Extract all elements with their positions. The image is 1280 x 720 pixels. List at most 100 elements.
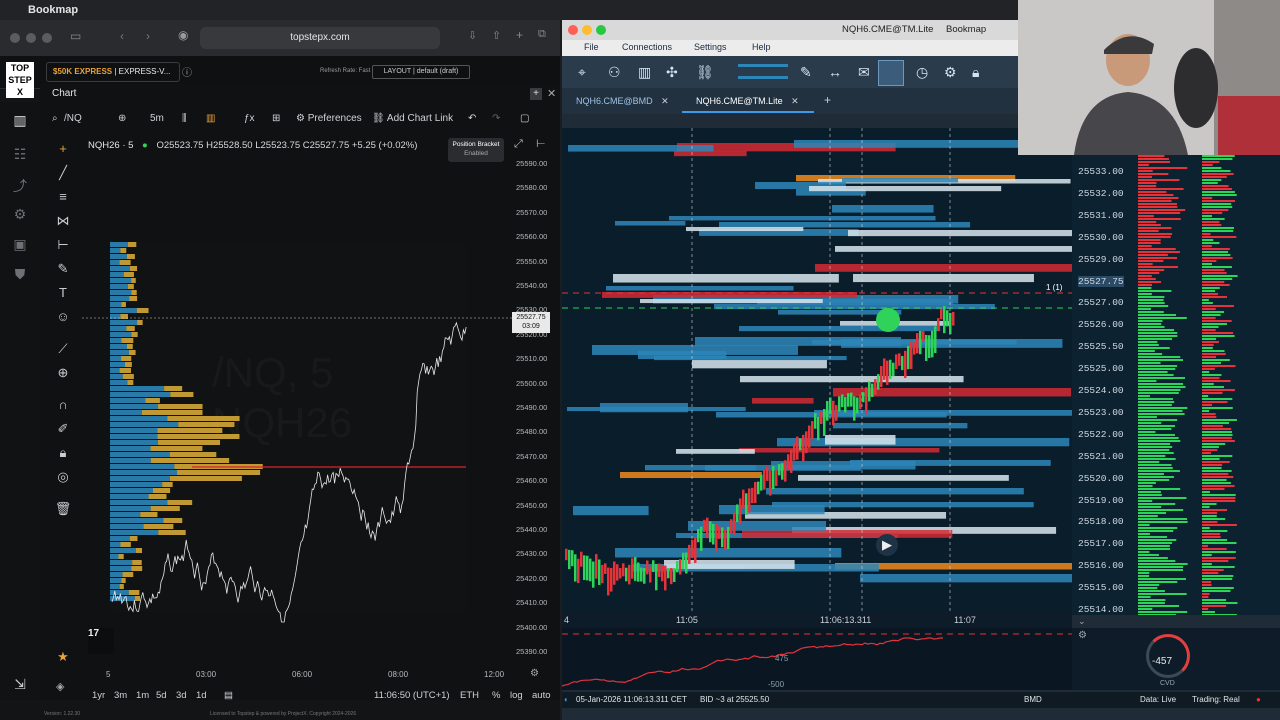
range-1d[interactable]: 1d <box>196 690 207 701</box>
eye-icon[interactable]: ◎ <box>54 469 72 487</box>
magnet-icon[interactable]: ∩ <box>54 397 72 415</box>
settings-icon[interactable]: ⚙ <box>10 206 30 222</box>
range-1yr[interactable]: 1yr <box>92 690 105 701</box>
log-toggle[interactable]: log <box>510 690 523 701</box>
position-bracket-toggle[interactable]: Position Bracket Enabled <box>448 138 504 162</box>
text-icon[interactable]: T <box>54 285 72 303</box>
zoom-in-icon[interactable]: ⊕ <box>54 365 72 383</box>
info-icon[interactable]: ⓘ <box>182 64 192 79</box>
trend-icon[interactable]: ⤴ <box>10 176 30 194</box>
price-chart[interactable]: /NQ, 5 NQH26 <box>82 132 554 662</box>
tab-bmd[interactable]: NQH6.CME@BMD ✕ <box>576 96 669 107</box>
play-icon[interactable]: ▶ <box>876 534 898 556</box>
crosshair-button[interactable] <box>878 60 904 86</box>
pattern-icon[interactable]: ⋈ <box>54 213 72 231</box>
chart-bars-icon[interactable]: ▥ <box>638 64 651 81</box>
close-window-button[interactable] <box>10 33 20 43</box>
preferences-button[interactable]: ⚙ Preferences <box>296 113 362 124</box>
interval-selector[interactable]: 5m <box>150 113 164 124</box>
close-tab-icon[interactable]: ✕ <box>661 96 669 106</box>
forward-icon[interactable]: › <box>146 29 150 43</box>
ruler-icon[interactable]: ⟋ <box>54 341 72 359</box>
bracket-icon[interactable]: ⊢ <box>536 137 546 150</box>
sidebar-toggle-icon[interactable]: ▭ <box>70 29 81 43</box>
logout-icon[interactable]: ⇲ <box>10 676 30 692</box>
indicators-icon[interactable]: ƒx <box>244 113 255 124</box>
contrast-slider[interactable] <box>738 64 788 67</box>
minimize-window-button[interactable] <box>582 25 592 35</box>
lock-icon[interactable]: 🔒︎ <box>972 64 979 81</box>
node-icon[interactable]: ✣ <box>666 64 678 81</box>
fib-icon[interactable]: ⊢ <box>54 237 72 255</box>
settings-icon[interactable]: ⚙ <box>1078 630 1087 641</box>
shield-icon[interactable]: ◉ <box>178 28 188 42</box>
close-panel-icon[interactable]: ✕ <box>547 87 556 100</box>
tabs-overview-icon[interactable]: ⧉ <box>538 28 546 41</box>
zoom-window-button[interactable] <box>596 25 606 35</box>
range-1m[interactable]: 1m <box>136 690 149 701</box>
emoji-icon[interactable]: ☺ <box>54 309 72 327</box>
zoom-window-button[interactable] <box>42 33 52 43</box>
layout-selector[interactable]: LAYOUT | default (draft) <box>372 65 470 79</box>
range-5d[interactable]: 5d <box>156 690 167 701</box>
close-window-button[interactable] <box>568 25 578 35</box>
chart-clock[interactable]: 11:06:50 (UTC+1) <box>374 690 450 701</box>
tradingview-icon[interactable]: ▣ <box>10 236 30 252</box>
range-3d[interactable]: 3d <box>176 690 187 701</box>
comment-icon[interactable]: ✉ <box>858 64 870 81</box>
range-3m[interactable]: 3m <box>114 690 127 701</box>
active-app-name[interactable]: Bookmap <box>28 4 78 16</box>
bar-style-icon[interactable]: ▥ <box>206 113 215 124</box>
maximize-icon[interactable]: ▢ <box>520 113 529 124</box>
symbol-search[interactable]: /NQ <box>64 113 82 124</box>
order-marker[interactable]: 1 (1) <box>1046 283 1062 292</box>
search-icon[interactable]: ⌕ <box>52 113 58 124</box>
add-panel-button[interactable]: + <box>530 88 542 100</box>
chevron-down-icon[interactable]: ⌄ <box>1078 616 1086 627</box>
undo-icon[interactable]: ↶ <box>468 113 476 124</box>
back-icon[interactable]: ‹ <box>120 29 124 43</box>
clock-icon[interactable]: ◷ <box>916 64 928 81</box>
order-line-icon[interactable]: ⤢ <box>514 138 523 151</box>
target-icon[interactable]: ⌖ <box>578 64 586 81</box>
menu-help[interactable]: Help <box>752 42 771 52</box>
tab-tm-lite[interactable]: NQH6.CME@TM.Lite ✕ <box>696 96 799 107</box>
add-tab-icon[interactable]: + <box>824 93 831 107</box>
lock-icon[interactable]: 🔒︎ <box>54 445 72 463</box>
layout-grid-icon[interactable]: ⊞ <box>272 113 280 124</box>
trendline-icon[interactable]: ╱ <box>54 165 72 183</box>
percent-toggle[interactable]: % <box>492 690 500 701</box>
settings-icon[interactable]: ⚙ <box>530 668 539 679</box>
indicator-icon[interactable]: ⚙ <box>944 64 957 81</box>
add-symbol-icon[interactable]: ⊕ <box>118 113 126 124</box>
chart-icon[interactable]: ▥ <box>10 112 30 128</box>
share-icon[interactable]: ⇧ <box>492 29 501 42</box>
horizontal-lines-icon[interactable]: ≡ <box>54 189 72 207</box>
menu-file[interactable]: File <box>584 42 599 52</box>
brightness-slider[interactable] <box>738 76 788 79</box>
new-tab-icon[interactable]: + <box>516 28 523 42</box>
shield-icon[interactable]: ⛊ <box>10 266 30 282</box>
network-icon[interactable]: ⚇ <box>608 64 621 81</box>
add-chart-link-button[interactable]: ⛓ Add Chart Link <box>372 113 453 124</box>
candle-icon[interactable]: ⫼ <box>182 113 187 124</box>
close-tab-icon[interactable]: ✕ <box>791 96 799 106</box>
layers-icon[interactable]: ◈ <box>56 680 64 693</box>
crosshair-icon[interactable]: + <box>54 141 72 159</box>
brush-icon[interactable]: ✎ <box>54 261 72 279</box>
pencil-icon[interactable]: ✎ <box>800 64 812 81</box>
download-icon[interactable]: ⇩ <box>468 29 477 42</box>
session-selector[interactable]: ETH <box>460 690 479 701</box>
minimize-window-button[interactable] <box>26 33 36 43</box>
range-icon[interactable]: ↔ <box>828 64 842 80</box>
trash-icon[interactable]: 🗑︎ <box>54 501 72 519</box>
community-icon[interactable]: ☷ <box>10 146 30 162</box>
chart-tab[interactable]: Chart <box>52 88 76 99</box>
account-selector[interactable]: $50K EXPRESS | EXPRESS-V... <box>46 62 180 82</box>
pencil-lock-icon[interactable]: ✐ <box>54 421 72 439</box>
calendar-icon[interactable]: ▤ <box>224 690 233 701</box>
address-bar[interactable]: topstepx.com <box>200 27 440 49</box>
menu-connections[interactable]: Connections <box>622 42 672 52</box>
menu-settings[interactable]: Settings <box>694 42 727 52</box>
link-icon[interactable]: ⛓ <box>696 64 714 81</box>
